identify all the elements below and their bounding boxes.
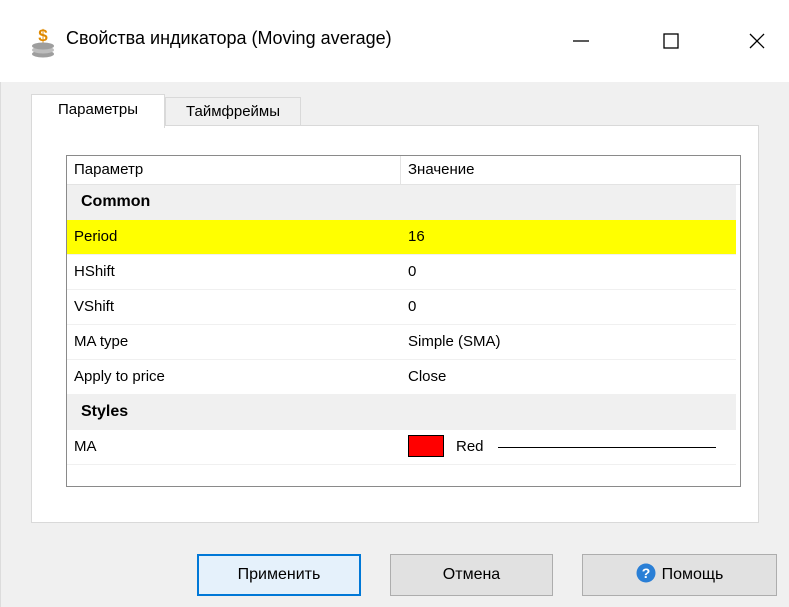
help-button-label: Помощь: [661, 566, 724, 583]
param-row-vshift[interactable]: VShift 0: [67, 290, 736, 325]
param-row-hshift[interactable]: HShift 0: [67, 255, 736, 290]
cancel-button-label: Отмена: [442, 566, 501, 583]
minimize-button[interactable]: [558, 14, 604, 68]
param-name: MA type: [74, 333, 129, 350]
param-name: MA: [74, 438, 97, 455]
maximize-button[interactable]: [648, 14, 694, 68]
param-value[interactable]: Simple (SMA): [401, 325, 736, 359]
maximize-icon: [663, 33, 679, 49]
column-header-parameter[interactable]: Параметр: [67, 156, 401, 184]
group-row-styles[interactable]: Styles: [67, 395, 736, 430]
color-name: Red: [456, 438, 484, 455]
dialog-body: Параметры Таймфреймы Параметр Значение C…: [0, 82, 789, 607]
column-header-value[interactable]: Значение: [401, 156, 740, 184]
close-icon: [749, 33, 765, 49]
title-bar: $ Свойства индикатора (Moving average): [0, 0, 789, 82]
properties-grid: Параметр Значение Common Period 16 HShif…: [66, 155, 741, 487]
tab-timeframes[interactable]: Таймфреймы: [165, 97, 301, 126]
close-button[interactable]: [734, 14, 780, 68]
svg-text:$: $: [38, 26, 48, 45]
group-row-common[interactable]: Common: [67, 185, 736, 220]
param-name: VShift: [74, 298, 115, 315]
grid-header: Параметр Значение: [67, 156, 740, 185]
style-value[interactable]: Red: [401, 430, 736, 464]
param-row-ma-style[interactable]: MA Red: [67, 430, 736, 465]
param-row-ma-type[interactable]: MA type Simple (SMA): [67, 325, 736, 360]
param-value[interactable]: 0: [401, 290, 736, 324]
tab-panel: Параметр Значение Common Period 16 HShif…: [31, 125, 759, 523]
param-value[interactable]: Close: [401, 360, 736, 394]
param-row-period[interactable]: Period 16: [67, 220, 736, 255]
param-row-apply-to-price[interactable]: Apply to price Close: [67, 360, 736, 395]
cancel-button[interactable]: Отмена: [390, 554, 553, 596]
tab-parameters[interactable]: Параметры: [31, 94, 165, 128]
color-swatch[interactable]: [408, 434, 444, 457]
window-title: Свойства индикатора (Moving average): [66, 28, 392, 48]
param-name: Period: [74, 228, 118, 245]
minimize-icon: [573, 40, 589, 42]
param-value[interactable]: 0: [401, 255, 736, 289]
apply-button[interactable]: Применить: [197, 554, 361, 596]
help-button[interactable]: ? Помощь: [582, 554, 777, 596]
apply-button-label: Применить: [237, 566, 321, 583]
group-label: Styles: [81, 403, 129, 420]
app-money-stack-icon: $: [32, 26, 54, 58]
line-style-sample: [497, 446, 716, 448]
svg-text:?: ?: [641, 565, 650, 581]
param-value[interactable]: 16: [401, 220, 736, 254]
param-name: Apply to price: [74, 368, 165, 385]
group-label: Common: [81, 193, 151, 210]
param-name: HShift: [74, 263, 115, 280]
help-icon: ?: [636, 563, 656, 583]
